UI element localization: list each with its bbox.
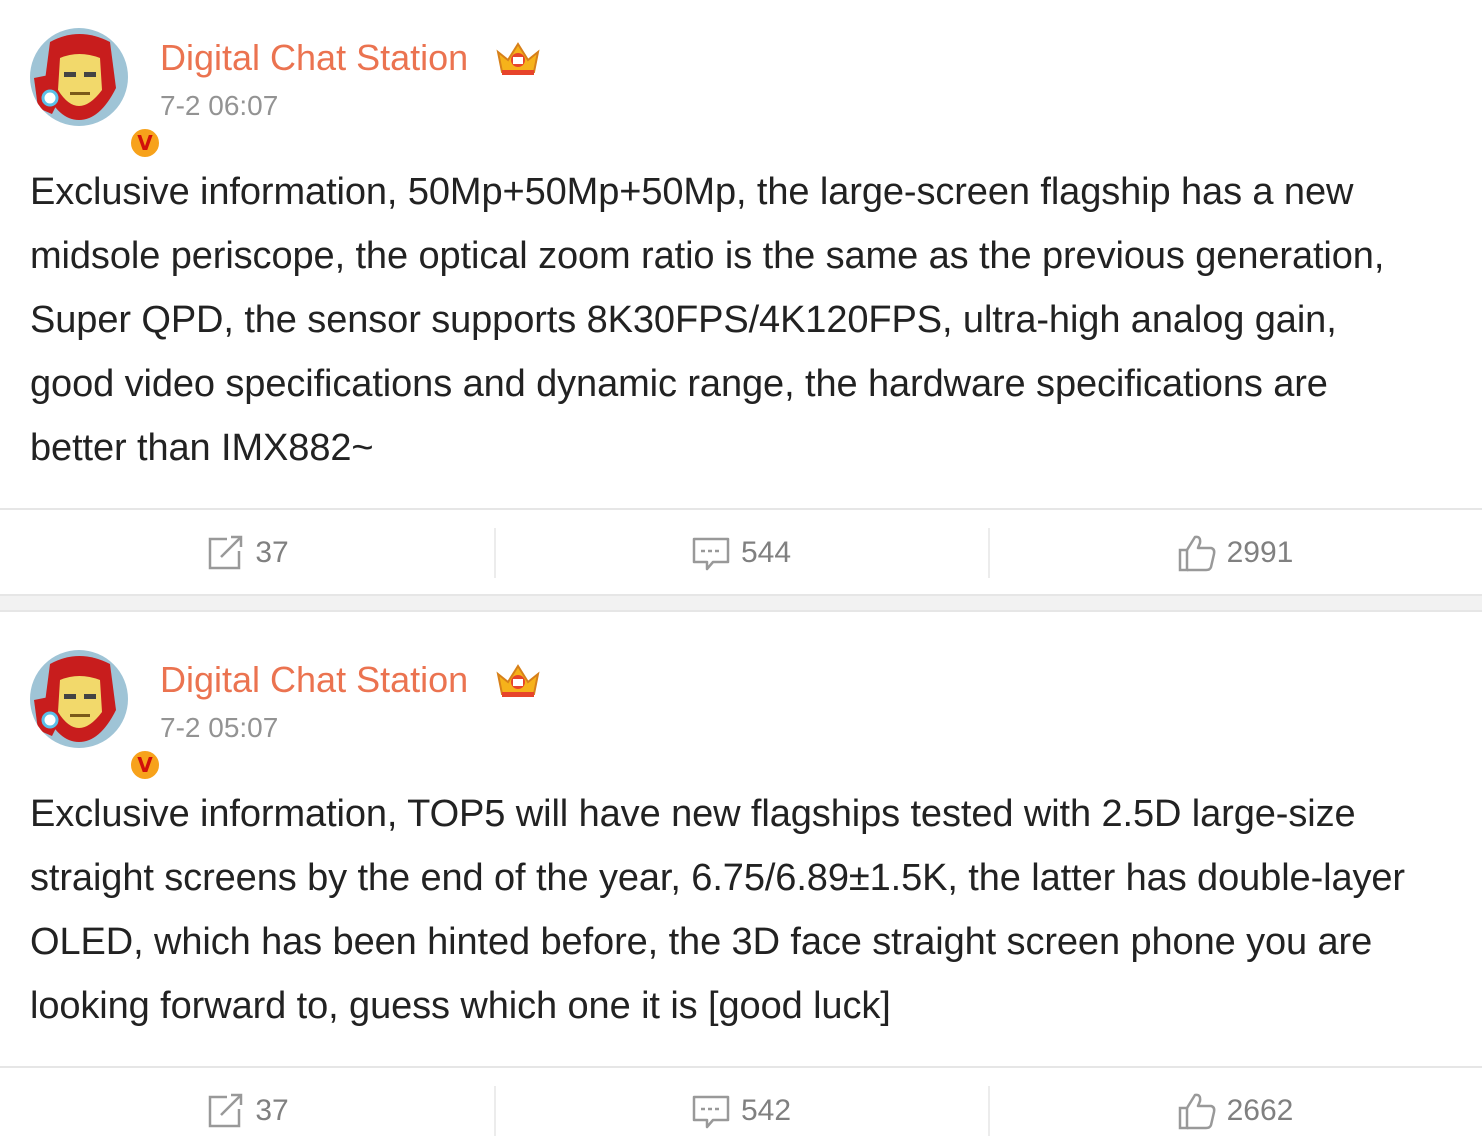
weibo-feed: V Digital Chat Station 7-2 06:07 Exclusi… — [0, 0, 1482, 1148]
post-header: V Digital Chat Station 7-2 06:07 — [0, 0, 1482, 160]
post-time[interactable]: 7-2 06:07 — [160, 88, 278, 124]
thumbs-up-icon — [1178, 535, 1216, 572]
like-button[interactable]: 2991 — [988, 510, 1482, 596]
crown-icon — [496, 664, 540, 697]
post-header: V Digital Chat Station 7-2 05:07 — [0, 622, 1482, 782]
repost-count: 37 — [255, 536, 289, 569]
post-card: V Digital Chat Station 7-2 05:07 Exclusi… — [0, 622, 1482, 1148]
author-avatar[interactable]: V — [30, 650, 162, 782]
post-divider — [0, 594, 1482, 612]
comment-count: 544 — [740, 536, 792, 569]
comment-count: 542 — [740, 1094, 792, 1127]
post-card: V Digital Chat Station 7-2 06:07 Exclusi… — [0, 0, 1482, 596]
iron-man-avatar — [30, 28, 128, 126]
repost-icon — [209, 1093, 243, 1128]
repost-button[interactable]: 37 — [0, 1068, 494, 1148]
author-avatar[interactable]: V — [30, 28, 162, 160]
post-time[interactable]: 7-2 05:07 — [160, 710, 278, 746]
comment-button[interactable]: 544 — [494, 510, 988, 596]
comment-icon — [692, 1095, 730, 1129]
like-button[interactable]: 2662 — [988, 1068, 1482, 1148]
like-count: 2991 — [1226, 536, 1294, 569]
comment-button[interactable]: 542 — [494, 1068, 988, 1148]
verified-mark: V — [137, 131, 153, 155]
comment-icon — [692, 537, 730, 571]
crown-icon — [496, 42, 540, 75]
post-actions: 37 542 2662 — [0, 1066, 1482, 1148]
verified-badge: V — [128, 126, 162, 160]
author-name[interactable]: Digital Chat Station — [160, 36, 468, 80]
iron-man-avatar — [30, 650, 128, 748]
verified-badge: V — [128, 748, 162, 782]
repost-icon — [209, 535, 243, 570]
repost-button[interactable]: 37 — [0, 510, 494, 596]
post-text: Exclusive information, TOP5 will have ne… — [30, 793, 1405, 1027]
post-actions: 37 544 2991 — [0, 508, 1482, 596]
verified-mark: V — [137, 753, 153, 777]
post-text: Exclusive information, 50Mp+50Mp+50Mp, t… — [30, 171, 1385, 469]
thumbs-up-icon — [1178, 1093, 1216, 1130]
like-count: 2662 — [1226, 1094, 1294, 1127]
repost-count: 37 — [255, 1094, 289, 1127]
author-name[interactable]: Digital Chat Station — [160, 658, 468, 702]
